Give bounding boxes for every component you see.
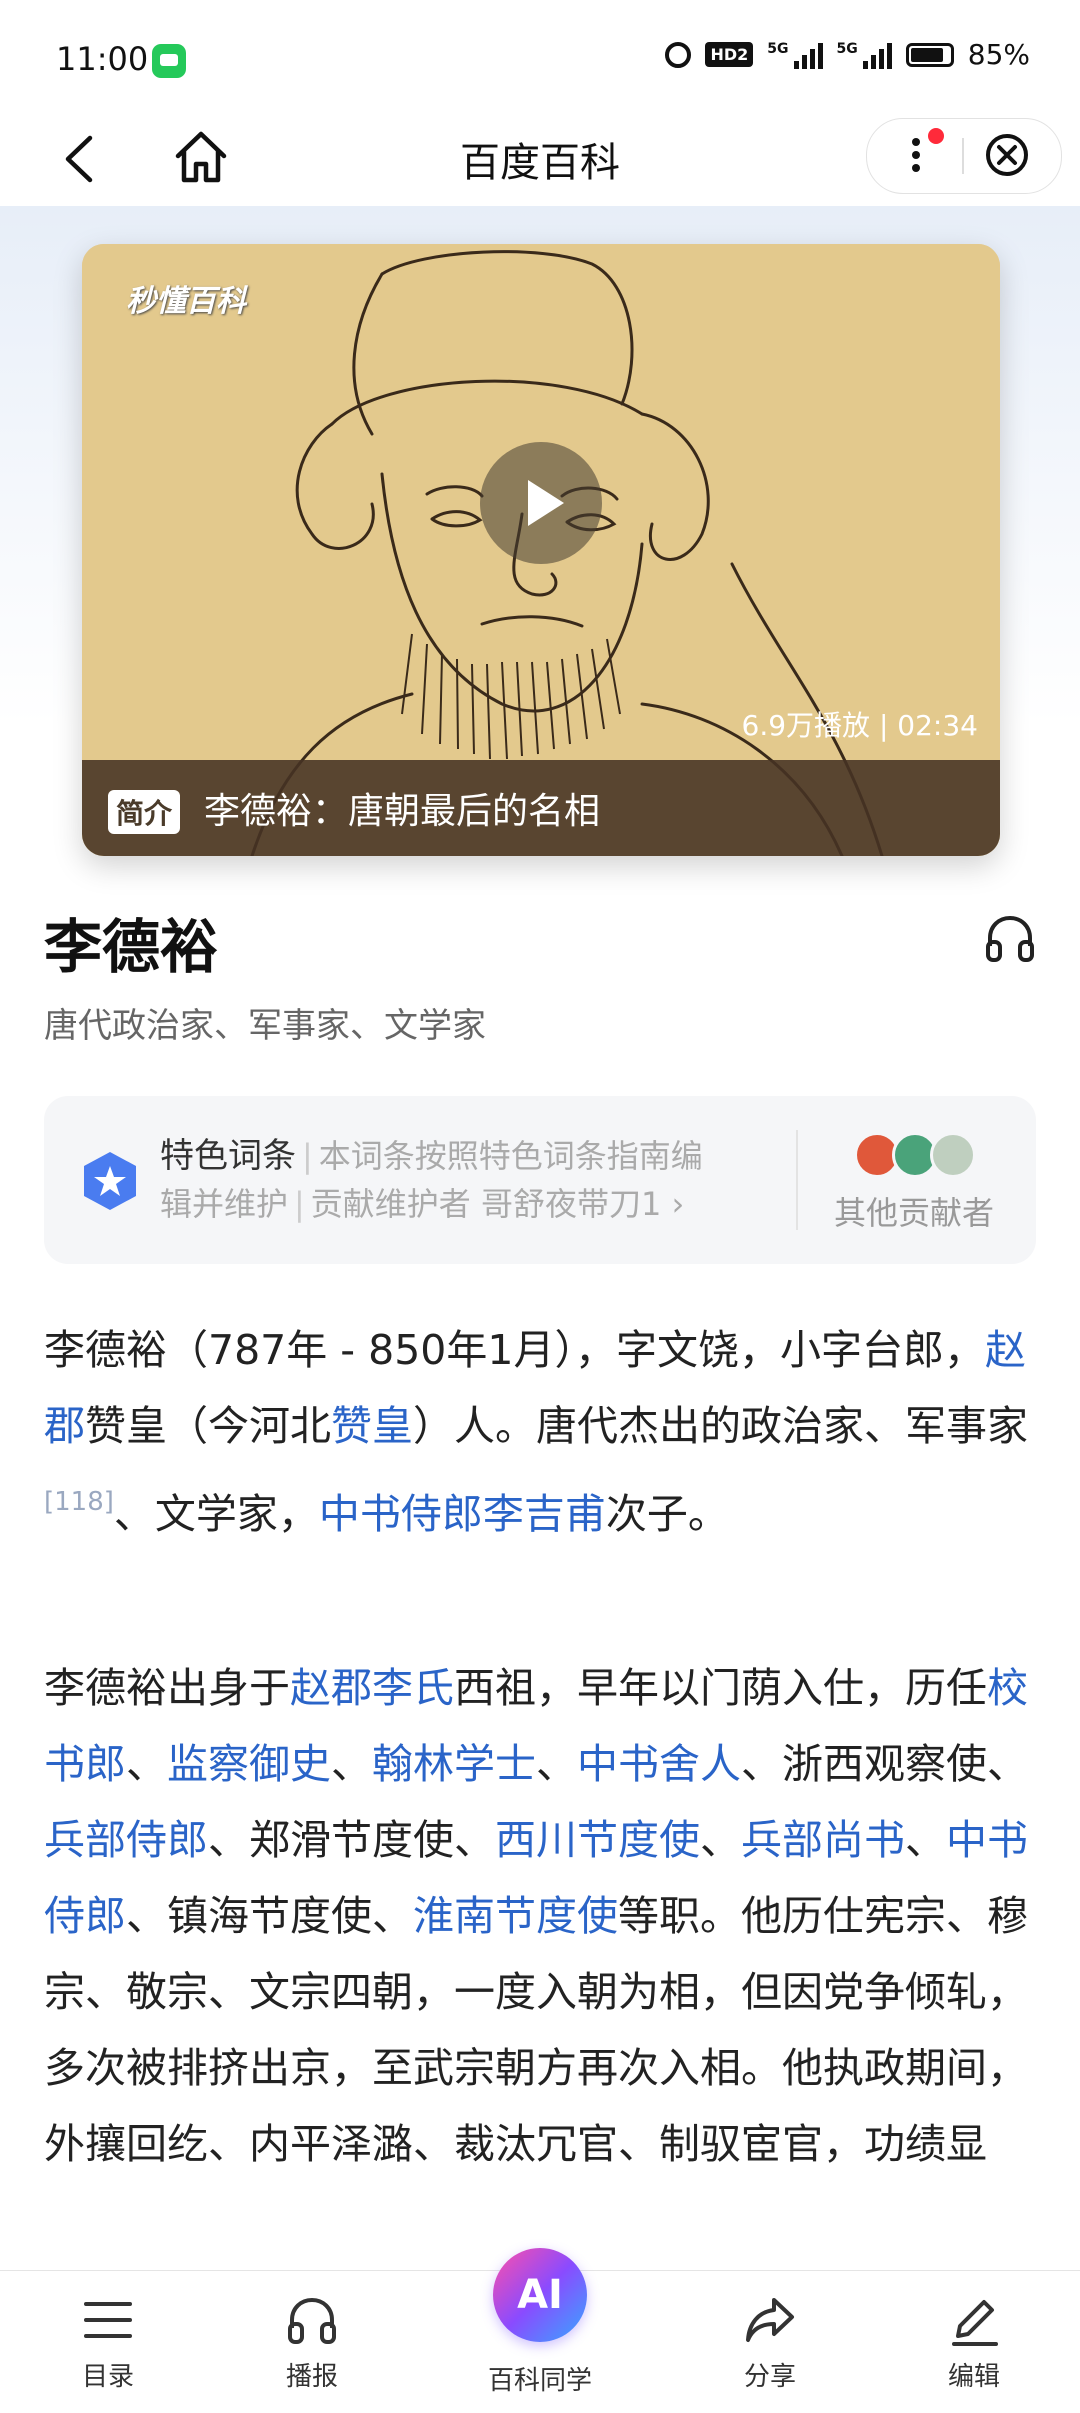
- tab-share-label: 分享: [743, 2362, 796, 2392]
- text-run: 西祖，早年以门荫入仕，历任: [454, 1664, 987, 1712]
- entry-title: 李德裕: [44, 913, 219, 981]
- intro-video-card[interactable]: 秒懂百科 6.9万播放 | 02:34: [82, 244, 1000, 856]
- featured-desc-2: 辑并维护: [160, 1185, 289, 1223]
- card-divider: [796, 1130, 798, 1230]
- featured-desc-1: 本词条按照特色词条指南编: [318, 1137, 703, 1175]
- text-run: 、郑滑节度使、: [208, 1816, 495, 1864]
- article-paragraph-1: 李德裕（787年 - 850年1月），字文饶，小字台郎，赵郡赞皇（今河北赞皇）人…: [44, 1312, 1036, 1552]
- featured-star-icon: [84, 1152, 136, 1210]
- network-type-label-2: 5G: [836, 40, 858, 57]
- status-time: 11:00: [56, 40, 149, 78]
- text-run: 、: [126, 1740, 167, 1788]
- contributor-avatars[interactable]: [854, 1132, 976, 1178]
- share-icon: [746, 2298, 794, 2342]
- text-run: 、镇海节度使、: [126, 1892, 413, 1940]
- video-title[interactable]: 李德裕：唐朝最后的名相: [204, 782, 600, 834]
- link-zhaojun-li[interactable]: 赵郡李氏: [290, 1664, 454, 1712]
- link-jiancha-yushi[interactable]: 监察御史: [167, 1740, 331, 1788]
- ai-assistant-icon: AI: [493, 2248, 587, 2342]
- play-icon[interactable]: [480, 442, 602, 564]
- battery-level: [910, 47, 944, 62]
- tab-broadcast-label: 播报: [285, 2362, 338, 2392]
- reference-118[interactable]: [118]: [44, 1487, 114, 1517]
- link-bingbu-shangshu[interactable]: 兵部尚书: [741, 1816, 905, 1864]
- tab-broadcast[interactable]: 播报: [242, 2290, 382, 2393]
- featured-label: 特色词条: [160, 1136, 296, 1176]
- intro-badge: 简介: [108, 790, 181, 834]
- list-icon: [84, 2302, 132, 2338]
- link-bingbu-shilang[interactable]: 兵部侍郎: [44, 1816, 208, 1864]
- text-run: 、: [905, 1816, 946, 1864]
- signal-icon: 5G: [767, 40, 823, 69]
- mini-program-capsule: [866, 118, 1062, 194]
- text-run: 李德裕（787年 - 850年1月），字文饶，小字台郎，: [44, 1326, 985, 1374]
- tab-toc-label: 目录: [81, 2362, 134, 2392]
- link-xichuan-jiedushi[interactable]: 西川节度使: [495, 1816, 700, 1864]
- headphones-icon: [288, 2297, 336, 2344]
- alarm-icon: [665, 41, 692, 68]
- pencil-icon: [952, 2300, 998, 2346]
- text-run: 、浙西观察使、: [741, 1740, 1028, 1788]
- more-icon[interactable]: [906, 130, 930, 180]
- other-contributors-link[interactable]: 其他贡献者: [834, 1188, 994, 1234]
- featured-entry-text: 特色词条 | 本词条按照特色词条指南编 辑并维护 | 贡献维护者 哥舒夜带刀1 ›: [160, 1136, 703, 1223]
- battery-icon: [905, 42, 954, 67]
- tab-ai-label: 百科同学: [487, 2366, 592, 2396]
- video-stats: 6.9万播放 | 02:34: [741, 709, 978, 742]
- link-huainan-jiedushi[interactable]: 淮南节度使: [413, 1892, 618, 1940]
- text-run: 、: [700, 1816, 741, 1864]
- tab-share[interactable]: 分享: [700, 2290, 840, 2393]
- avatar: [930, 1132, 976, 1178]
- signal-icon-2: 5G: [837, 41, 892, 69]
- link-hanlin-xueshi[interactable]: 翰林学士: [372, 1740, 536, 1788]
- text-run: 、文学家，: [113, 1490, 319, 1538]
- status-icons: HD2 5G 5G 85%: [665, 38, 1030, 71]
- featured-maintainer[interactable]: 贡献维护者 哥舒夜带刀1: [311, 1185, 662, 1223]
- back-arrow-icon[interactable]: [54, 132, 108, 186]
- message-app-icon: [152, 44, 186, 78]
- tab-edit[interactable]: 编辑: [904, 2290, 1044, 2393]
- text-run: 赞皇（今河北: [85, 1402, 331, 1450]
- hd-voice-icon: HD2: [705, 42, 754, 67]
- link-li-jifu[interactable]: 中书侍郎李吉甫: [319, 1490, 606, 1538]
- network-type-label: 5G: [767, 40, 789, 57]
- text-run: ）人。唐代杰出的政治家、军事家: [413, 1402, 1028, 1450]
- link-zanhuang[interactable]: 赞皇: [331, 1402, 413, 1450]
- home-icon[interactable]: [170, 126, 232, 188]
- tab-edit-label: 编辑: [947, 2362, 1000, 2392]
- link-zhongshu-sheren[interactable]: 中书舍人: [577, 1740, 741, 1788]
- text-run: 次子。: [605, 1490, 729, 1538]
- text-run: 李德裕出身于: [44, 1664, 290, 1712]
- entry-subtitle: 唐代政治家、军事家、文学家: [44, 1006, 486, 1046]
- close-icon[interactable]: [984, 132, 1030, 178]
- capsule-divider: [962, 138, 964, 174]
- tab-toc[interactable]: 目录: [38, 2290, 178, 2393]
- text-run: 、: [536, 1740, 577, 1788]
- battery-percent: 85%: [967, 38, 1030, 71]
- text-run: 、: [331, 1740, 372, 1788]
- page-title: 百度百科: [460, 140, 620, 186]
- notification-dot: [928, 128, 944, 144]
- chevron-right-icon: ›: [671, 1185, 685, 1223]
- article-paragraph-2: 李德裕出身于赵郡李氏西祖，早年以门荫入仕，历任校书郎、监察御史、翰林学士、中书舍…: [44, 1650, 1036, 2182]
- tab-ai-assistant[interactable]: AI 百科同学: [470, 2248, 610, 2397]
- video-logo: 秒懂百科: [126, 284, 246, 319]
- headphones-icon[interactable]: [982, 910, 1038, 966]
